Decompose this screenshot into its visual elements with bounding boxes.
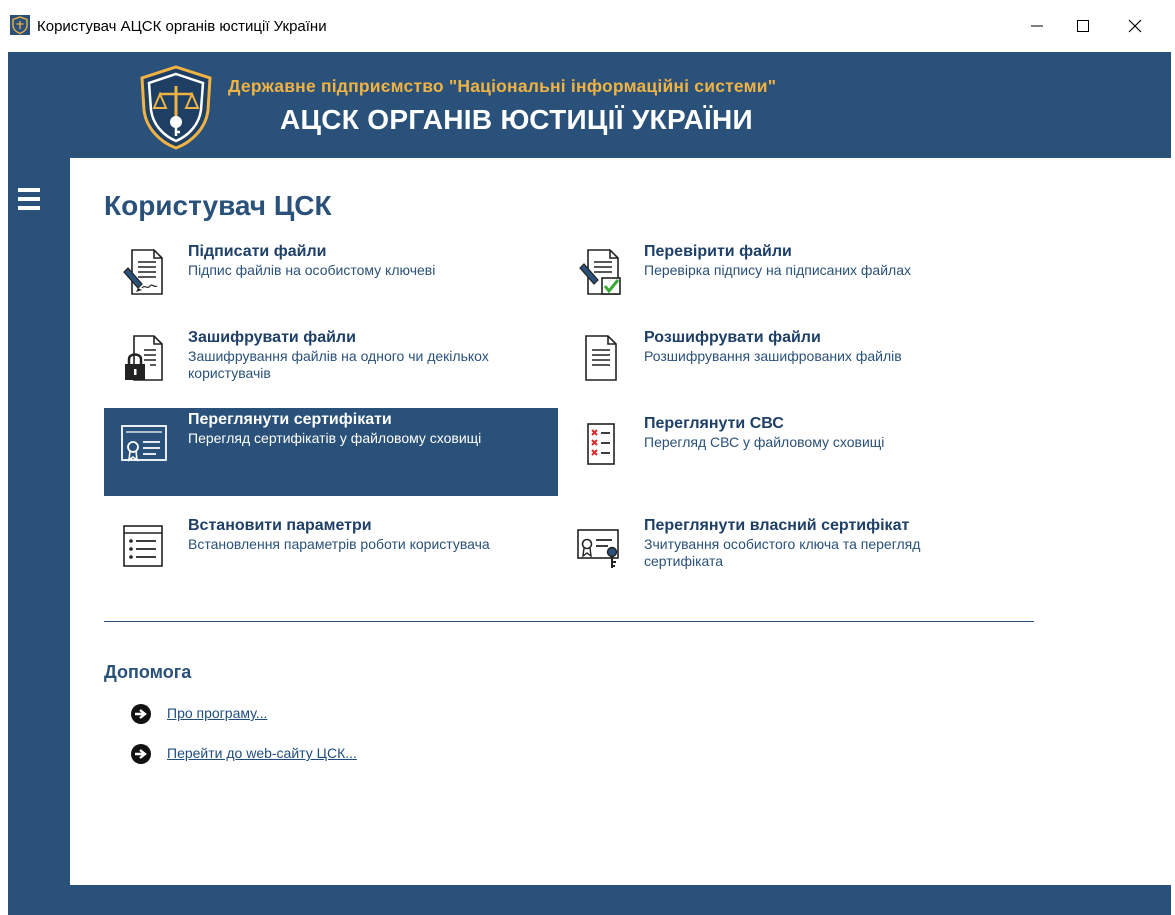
app-shield-icon [10,15,30,35]
page-title: Користувач ЦСК [104,190,332,221]
view-crl-action[interactable]: Переглянути СВС Перегляд СВС у файловому… [560,412,1014,500]
sign-document-icon [123,249,163,295]
set-parameters-action[interactable]: Встановити параметри Встановлення параме… [104,514,558,602]
section-divider [104,621,1034,622]
close-icon [1128,19,1142,33]
arrow-right-circle-icon [131,744,151,764]
sign-files-action[interactable]: Підписати файли Підпис файлів на особист… [104,240,558,328]
window-titlebar: Користувач АЦСК органів юстиції України [0,0,1175,52]
action-title: Переглянути сертифікати [188,411,392,428]
arrow-right-circle-icon [131,704,151,724]
action-title: Перевірити файли [644,243,792,260]
minimize-button[interactable] [1014,0,1060,52]
link-label: Перейти до web-сайту ЦСК... [167,745,357,761]
decrypt-document-icon [585,335,617,381]
action-description: Встановлення параметрів роботи користува… [188,536,490,552]
window-title: Користувач АЦСК органів юстиції України [37,18,327,35]
banner-subtitle: Державне підприємство "Національні інфор… [228,76,777,96]
hamburger-menu-icon[interactable] [18,188,40,212]
encrypt-document-icon [125,335,163,381]
settings-list-icon [123,525,163,567]
verify-document-icon [579,249,621,295]
revocation-list-icon [587,423,615,465]
encrypt-files-action[interactable]: Зашифрувати файли Зашифрування файлів на… [104,326,558,414]
verify-files-action[interactable]: Перевірити файли Перевірка підпису на пі… [560,240,1014,328]
action-title: Розшифрувати файли [644,329,821,346]
action-title: Переглянути СВС [644,415,784,432]
action-description: Зчитування особистого ключа та перегляд … [644,536,921,569]
action-description: Перевірка підпису на підписаних файлах [644,262,911,278]
action-description: Перегляд сертифікатів у файловому сховищ… [188,430,482,446]
action-title: Підписати файли [188,243,327,260]
maximize-icon [1077,20,1089,32]
view-own-certificate-action[interactable]: Переглянути власний сертифікат Зчитуванн… [560,514,1014,602]
action-title: Зашифрувати файли [188,329,356,346]
action-description: Підпис файлів на особистому ключеві [188,262,436,278]
minimize-icon [1031,25,1043,27]
decrypt-files-action[interactable]: Розшифрувати файли Розшифрування зашифро… [560,326,1014,414]
own-certificate-key-icon [577,529,619,568]
action-description: Зашифрування файлів на одного чи декільк… [188,348,489,381]
action-description: Перегляд СВС у файловому сховищі [644,434,885,450]
action-description: Розшифрування зашифрованих файлів [644,348,902,364]
maximize-button[interactable] [1060,0,1106,52]
justice-shield-logo [140,65,212,150]
banner-title: АЦСК ОРГАНІВ ЮСТИЦІЇ УКРАЇНИ [280,104,753,135]
help-section-title: Допомога [104,662,192,682]
action-title: Переглянути власний сертифікат [644,517,910,534]
view-certificates-action[interactable]: Переглянути сертифікати Перегляд сертифі… [104,408,558,496]
close-button[interactable] [1112,0,1158,52]
certificate-icon [121,425,167,462]
link-label: Про програму... [167,705,268,721]
action-title: Встановити параметри [188,517,372,534]
